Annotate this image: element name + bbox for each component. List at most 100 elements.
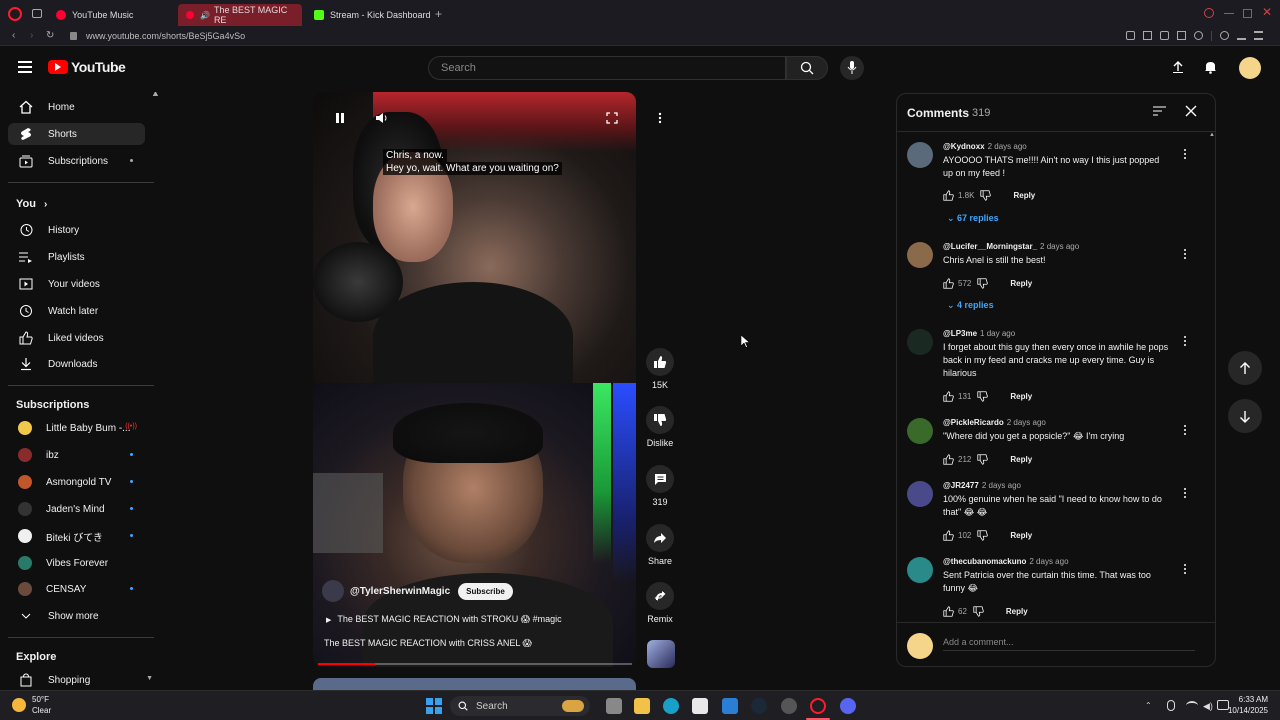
task-view-icon[interactable] [606,698,622,714]
dislike-button[interactable]: Dislike [643,406,677,448]
thumbs-down-icon[interactable] [977,530,989,541]
channel-avatar[interactable] [322,580,344,602]
playlist-link[interactable]: ▶ The BEST MAGIC REACTION with STROKU 😱 … [326,614,562,625]
opera-browser-icon[interactable] [810,698,826,714]
sidebar-item-watch-later[interactable]: Watch later [8,300,145,322]
edge-browser-icon[interactable] [663,698,679,714]
comment-more-icon[interactable] [1181,335,1189,347]
thumbs-up-icon[interactable] [943,606,954,617]
close-window-icon[interactable]: ✕ [1262,5,1272,19]
reply-button[interactable]: Reply [1006,607,1028,616]
add-comment-input[interactable]: Add a comment... [943,637,1195,651]
video-progress-bar[interactable] [318,663,632,665]
upload-icon[interactable] [1172,61,1184,73]
next-short-preview[interactable] [313,678,636,690]
thumbs-up-icon[interactable] [943,190,954,201]
notifications-bell-icon[interactable] [1204,60,1217,74]
tab-youtube-music[interactable]: YouTube Music [48,4,174,26]
sidebar-item-subscriptions[interactable]: Subscriptions [8,150,145,172]
comment-author[interactable]: @Kydnoxx [943,142,985,151]
scroll-down-icon[interactable]: ▼ [146,675,153,682]
wifi-icon[interactable] [1186,701,1198,710]
fullscreen-button[interactable] [602,108,622,128]
pause-button[interactable] [330,108,350,128]
sidebar-subscription-item[interactable]: Asmongold TV [8,471,145,493]
taskbar-clock[interactable]: 6:33 AM 10/14/2025 [1228,694,1268,716]
sidebar-subscription-item[interactable]: Vibes Forever [8,552,145,574]
reply-button[interactable]: Reply [1010,279,1032,288]
sidebar-item-shopping[interactable]: Shopping ▼ [8,669,153,690]
minimize-icon[interactable] [1224,13,1234,14]
url-field[interactable]: www.youtube.com/shorts/BeSj5Ga4vSo [86,31,245,41]
search-tabs-icon[interactable] [1204,8,1214,18]
tab-kick-dashboard[interactable]: Stream - Kick Dashboard [306,4,432,26]
sidebar-item-your-videos[interactable]: Your videos [8,273,145,295]
account-icon[interactable] [1220,31,1229,40]
snapshot-icon[interactable] [1143,31,1152,40]
bookmark-icon[interactable] [1126,31,1135,40]
sidebar-subscription-item[interactable]: ibz [8,444,145,466]
next-short-button[interactable] [1228,399,1262,433]
comment-avatar[interactable] [907,242,933,268]
windows-start-icon[interactable] [426,698,442,714]
snipping-tool-icon[interactable] [692,698,708,714]
search-input[interactable]: Search [428,56,786,80]
share-button[interactable]: Share [643,524,677,566]
comment-author[interactable]: @PickleRicardo [943,418,1004,427]
thumbs-down-icon[interactable] [977,278,989,289]
comments-button[interactable]: 319 [643,465,677,507]
voice-search-button[interactable] [840,56,864,80]
settings-gear-icon[interactable] [781,698,797,714]
sidebar-subscription-item[interactable]: Biteki びてき [8,525,145,547]
subscribe-button[interactable]: Subscribe [458,582,513,600]
reply-button[interactable]: Reply [1010,455,1032,464]
comment-author[interactable]: @Lucifer__Morningstar_ [943,242,1037,251]
heart-icon[interactable] [1194,31,1203,40]
sidebar-item-playlists[interactable]: Playlists [8,246,145,268]
comment-author[interactable]: @thecubanomackuno [943,557,1026,566]
sidebar-item-downloads[interactable]: Downloads [8,353,145,375]
user-avatar[interactable] [1239,57,1261,79]
volume-button[interactable] [372,108,392,128]
thumbs-up-icon[interactable] [943,530,954,541]
sidebar-subscription-item[interactable]: Little Baby Bum -... ((•)) [8,417,145,439]
shield-icon[interactable] [1160,31,1169,40]
comment-avatar[interactable] [907,557,933,583]
download-icon[interactable] [1237,31,1246,40]
sidebar-subscription-item[interactable]: Jaden's Mind [8,498,145,520]
reply-button[interactable]: Reply [1010,392,1032,401]
comment-avatar[interactable] [907,142,933,168]
sidebar-item-home[interactable]: Home [8,96,145,118]
player-icon[interactable] [1177,31,1186,40]
reply-button[interactable]: Reply [1013,191,1035,200]
back-icon[interactable]: ‹ [12,30,15,41]
thumbs-up-icon[interactable] [943,278,954,289]
reply-button[interactable]: Reply [1010,531,1032,540]
thumbs-down-icon[interactable] [977,454,989,465]
notepad-icon[interactable] [722,698,738,714]
close-comments-icon[interactable] [1185,105,1197,117]
new-tab-icon[interactable]: + [435,7,442,21]
view-replies-button[interactable]: ⌄ 4 replies [947,300,994,311]
file-explorer-icon[interactable] [634,698,650,714]
tab-overview-icon[interactable] [32,9,42,18]
sidebar-subscription-item[interactable]: CENSAY [8,578,145,600]
sidebar-item-shorts[interactable]: Shorts [8,123,145,145]
maximize-icon[interactable] [1243,9,1252,18]
view-replies-button[interactable]: ⌄ 67 replies [947,213,999,224]
short-video-top-frame[interactable]: Chris, a now. Hey yo, wait. What are you… [313,92,636,383]
comment-author[interactable]: @JR2477 [943,481,979,490]
search-button[interactable] [786,56,828,80]
remix-button[interactable]: Remix [643,582,677,624]
comment-more-icon[interactable] [1181,248,1189,260]
forward-icon[interactable]: › [30,30,33,41]
more-options-button[interactable] [650,108,670,128]
thumbs-down-icon[interactable] [973,606,984,617]
steam-icon[interactable] [751,698,767,714]
comment-more-icon[interactable] [1181,148,1189,160]
sound-thumbnail[interactable] [647,640,675,668]
tab-magic-reaction[interactable]: 🔊 The BEST MAGIC RE [178,4,302,26]
comment-author[interactable]: @LP3me [943,329,977,338]
thumbs-up-icon[interactable] [943,391,954,402]
discord-icon[interactable] [840,698,856,714]
